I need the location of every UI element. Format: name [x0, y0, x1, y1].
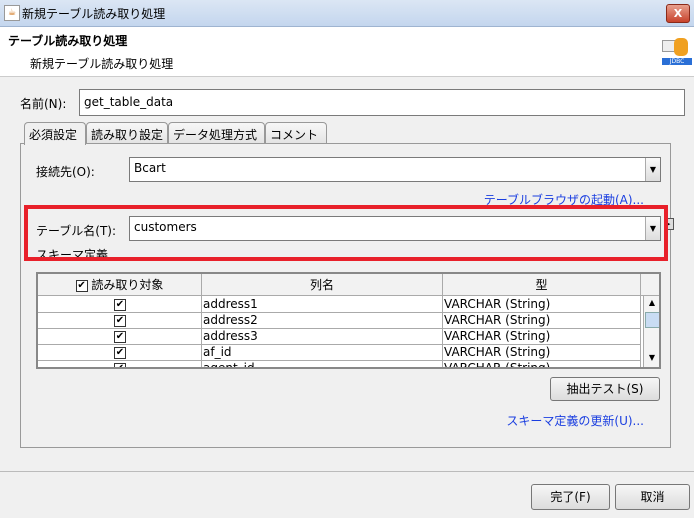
jdbc-icon: JDBC — [662, 38, 692, 66]
cancel-button[interactable]: 取消 — [615, 484, 690, 510]
column-type-cell: VARCHAR (String) — [443, 312, 641, 328]
scroll-up-icon[interactable]: ▲ — [646, 298, 658, 310]
header-title: テーブル読み取り処理 — [8, 34, 128, 48]
scroll-thumb[interactable] — [645, 312, 659, 328]
tab-required-settings[interactable]: 必須設定 — [24, 122, 86, 145]
column-name-cell: address1 — [202, 296, 443, 312]
column-type-cell: VARCHAR (String) — [443, 360, 641, 367]
row-checkbox[interactable]: ✔ — [114, 314, 126, 327]
column-name-cell: agent_id — [202, 360, 443, 367]
name-label: 名前(N): — [20, 97, 67, 111]
read-target-cell[interactable]: ✔ — [38, 312, 202, 328]
table-row[interactable]: ✔ agent_id VARCHAR (String) — [38, 360, 641, 367]
title-bar: ☕ 新規テーブル読み取り処理 X — [0, 0, 694, 27]
read-target-cell[interactable]: ✔ — [38, 360, 202, 367]
read-target-cell[interactable]: ✔ — [38, 296, 202, 312]
read-target-cell[interactable]: ✔ — [38, 344, 202, 360]
highlight-box — [24, 205, 668, 261]
column-header-type[interactable]: 型 — [443, 274, 641, 296]
dialog-header: テーブル読み取り処理 新規テーブル読み取り処理 — [0, 27, 694, 77]
row-checkbox[interactable]: ✔ — [114, 298, 126, 311]
tab-read-settings[interactable]: 読み取り設定 — [86, 122, 168, 143]
row-checkbox[interactable]: ✔ — [114, 346, 126, 359]
divider — [0, 471, 694, 472]
column-header-name[interactable]: 列名 — [202, 274, 443, 296]
row-checkbox[interactable]: ✔ — [114, 330, 126, 343]
connection-label: 接続先(O): — [36, 165, 95, 179]
column-type-cell: VARCHAR (String) — [443, 296, 641, 312]
close-button[interactable]: X — [666, 4, 690, 23]
java-app-icon: ☕ — [4, 5, 20, 21]
column-type-cell: VARCHAR (String) — [443, 344, 641, 360]
column-name-cell: af_id — [202, 344, 443, 360]
column-name-cell: address2 — [202, 312, 443, 328]
update-schema-link[interactable]: スキーマ定義の更新(U)... — [506, 412, 644, 429]
select-all-checkbox[interactable]: ✔ — [75, 279, 88, 292]
column-header-read-target[interactable]: ✔ 読み取り対象 — [38, 274, 202, 296]
jdbc-label: JDBC — [662, 58, 692, 65]
header-corner — [641, 274, 659, 296]
header-subtitle: 新規テーブル読み取り処理 — [30, 57, 174, 71]
tab-data-processing[interactable]: データ処理方式 — [168, 122, 265, 143]
column-type-cell: VARCHAR (String) — [443, 328, 641, 344]
chevron-down-icon[interactable]: ▼ — [645, 158, 660, 181]
table-row[interactable]: ✔ address3 VARCHAR (String) — [38, 328, 641, 345]
scroll-down-icon[interactable]: ▼ — [646, 353, 658, 365]
tab-comment[interactable]: コメント — [265, 122, 327, 143]
vertical-scrollbar[interactable]: ▲ ▼ — [643, 296, 659, 367]
finish-button[interactable]: 完了(F) — [531, 484, 610, 510]
column-header-label: 読み取り対象 — [91, 278, 164, 292]
table-row[interactable]: ✔ af_id VARCHAR (String) — [38, 344, 641, 361]
table-row[interactable]: ✔ address2 VARCHAR (String) — [38, 312, 641, 329]
connection-combo[interactable]: Bcart ▼ — [129, 157, 661, 182]
connection-value: Bcart — [134, 161, 166, 175]
read-target-cell[interactable]: ✔ — [38, 328, 202, 344]
schema-table: ✔ 読み取り対象 列名 型 ✔ address1 VARCHAR (String… — [36, 272, 661, 369]
row-checkbox[interactable]: ✔ — [114, 362, 126, 367]
window-title: 新規テーブル読み取り処理 — [22, 7, 166, 21]
name-input[interactable]: get_table_data — [79, 89, 685, 116]
extract-test-button[interactable]: 抽出テスト(S) — [550, 377, 660, 401]
column-name-cell: address3 — [202, 328, 443, 344]
table-row[interactable]: ✔ address1 VARCHAR (String) — [38, 296, 641, 313]
